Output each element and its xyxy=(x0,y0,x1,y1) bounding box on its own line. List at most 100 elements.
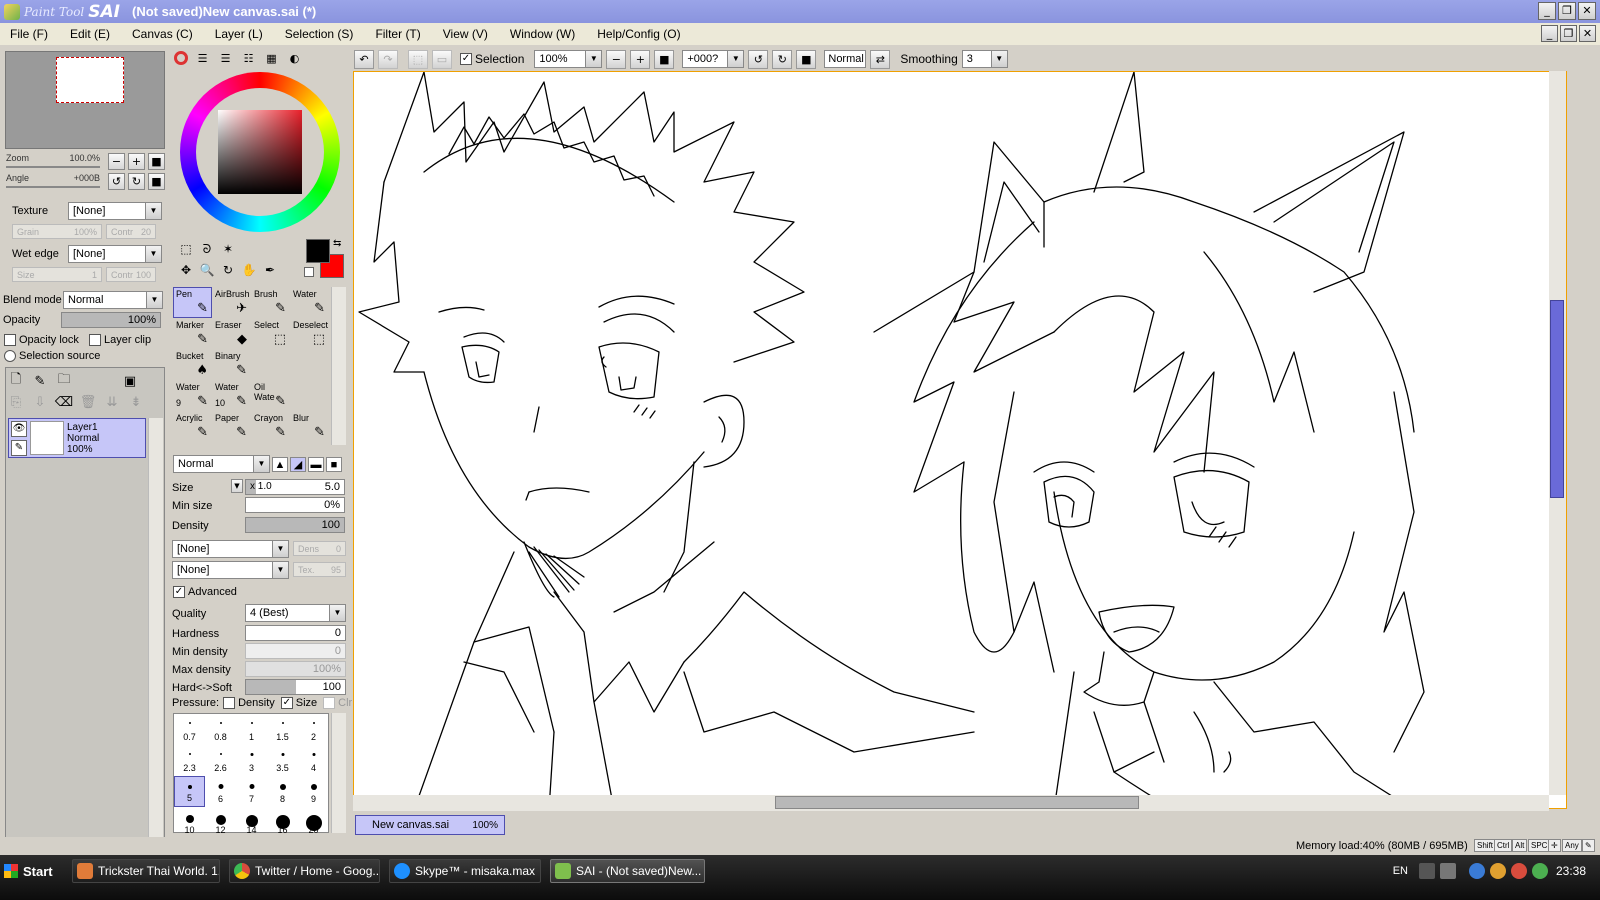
copy-layer-icon[interactable]: ⎘ xyxy=(6,392,26,412)
tool-blur[interactable]: Blur ✎ xyxy=(290,411,329,442)
tool-water-10[interactable]: Water 10 ✎ xyxy=(212,380,251,411)
layer-clip-checkbox[interactable] xyxy=(89,334,101,346)
tool-binary[interactable]: Binary ✎ xyxy=(212,349,251,380)
canvas-horizontal-scroll-thumb[interactable] xyxy=(775,796,1139,809)
scratchpad-tab-icon[interactable]: ◐ xyxy=(286,51,303,66)
swatches-tab-icon[interactable]: ▦ xyxy=(263,51,280,66)
tool-deselect[interactable]: Deselect ⬚ xyxy=(290,318,329,349)
pressure-clr-checkbox[interactable] xyxy=(323,697,336,709)
opacity-slider[interactable]: 100% xyxy=(61,312,161,328)
eyedropper-icon[interactable]: ✒ xyxy=(261,261,279,279)
layer-edit-pen-icon[interactable]: ✎ xyxy=(11,440,27,456)
angle-slider[interactable] xyxy=(6,186,100,188)
brush-size-preset[interactable]: 14 xyxy=(236,807,267,838)
new-linework-layer-icon[interactable]: ✎ xyxy=(30,371,50,391)
canvas-zoom-in-icon[interactable]: + xyxy=(630,49,651,69)
smoothing-select[interactable]: 3 ▼ xyxy=(961,50,1008,68)
brush-size-slider[interactable]: x 1.0 5.0 xyxy=(245,479,345,495)
min-density-slider[interactable]: 0 xyxy=(245,643,346,659)
taskbar-item-trickster[interactable]: Trickster Thai World. 1... xyxy=(72,859,220,883)
tool-water[interactable]: Water ✎ xyxy=(290,287,329,318)
hard-soft-slider[interactable]: 100 xyxy=(245,679,346,695)
taskbar-item-sai[interactable]: SAI - (Not saved)New... xyxy=(550,859,705,883)
brush-size-preset[interactable]: 4 xyxy=(298,745,329,776)
canvas-zoom-out-icon[interactable]: − xyxy=(606,49,627,69)
pressure-density-checkbox[interactable] xyxy=(223,697,236,709)
doc-close-button[interactable]: ✕ xyxy=(1579,25,1596,42)
canvas-rotate-reset-icon[interactable]: ■ xyxy=(796,49,817,69)
navigator-preview[interactable] xyxy=(5,51,165,149)
tray-app-icon[interactable] xyxy=(1489,863,1506,879)
brush-size-preset[interactable]: 1.5 xyxy=(267,714,298,745)
selection-visible-checkbox[interactable]: ✓ xyxy=(460,53,472,65)
brush-size-preset[interactable]: 8 xyxy=(267,776,298,807)
menu-window[interactable]: Window (W) xyxy=(510,27,575,41)
taskbar-item-skype[interactable]: Skype™ - misaka.max xyxy=(389,859,541,883)
navigator-viewport[interactable] xyxy=(56,57,124,103)
canvas-vertical-scroll-thumb[interactable] xyxy=(1550,300,1564,498)
tool-acrylic[interactable]: Acrylic ✎ xyxy=(173,411,212,442)
tool-crayon[interactable]: Crayon ✎ xyxy=(251,411,290,442)
language-indicator[interactable]: EN xyxy=(1393,865,1408,877)
menu-help-config[interactable]: Help/Config (O) xyxy=(597,27,680,41)
brush-size-preset[interactable]: 9 xyxy=(298,776,329,807)
canvas-horizontal-scrollbar[interactable] xyxy=(353,795,1549,811)
invert-selection-icon[interactable]: ▭ xyxy=(432,49,452,69)
brush-size-preset[interactable]: 3 xyxy=(236,745,267,776)
brush-shape-square-icon[interactable]: ■ xyxy=(326,456,342,472)
brush-size-preset[interactable]: 6 xyxy=(205,776,236,807)
advanced-checkbox[interactable]: ✓ xyxy=(173,586,185,598)
drawing-canvas[interactable] xyxy=(353,71,1567,809)
brush-size-preset[interactable]: 2 xyxy=(298,714,329,745)
menu-file[interactable]: File (F) xyxy=(10,27,48,41)
brush-size-preset[interactable]: 2.3 xyxy=(174,745,205,776)
primary-color-swatch[interactable] xyxy=(306,239,330,263)
tool-pen[interactable]: Pen ✎ xyxy=(173,287,212,318)
canvas-zoom-select[interactable]: 100% ▼ xyxy=(534,50,603,68)
minimize-button[interactable]: _ xyxy=(1538,2,1556,20)
color-wheel[interactable] xyxy=(180,72,340,232)
selection-source-radio[interactable] xyxy=(4,350,16,362)
layer-mask-icon[interactable]: ▣ xyxy=(120,371,140,391)
blend-mode-select[interactable]: Normal ▼ xyxy=(63,291,163,309)
network-icon[interactable] xyxy=(1468,863,1485,879)
menu-edit[interactable]: Edit (E) xyxy=(70,27,110,41)
brush-shape-soft-icon[interactable]: ◢ xyxy=(290,456,306,472)
canvas-rotate-ccw-icon[interactable]: ↺ xyxy=(748,49,769,69)
magic-wand-icon[interactable]: ✶ xyxy=(219,240,237,258)
redo-icon[interactable]: ↷ xyxy=(378,49,398,69)
chrome-tray-icon[interactable] xyxy=(1510,863,1527,879)
brush-size-preset[interactable]: 2.6 xyxy=(205,745,236,776)
wetedge-select[interactable]: [None] ▼ xyxy=(68,245,162,263)
transfer-down-icon[interactable]: ⇩ xyxy=(30,392,50,412)
tool-bucket[interactable]: Bucket ♠ xyxy=(173,349,212,380)
layer-list-scrollbar[interactable] xyxy=(148,418,163,854)
texture-select[interactable]: [None] ▼ xyxy=(68,202,162,220)
brush-shape-sharp-icon[interactable]: ▲ xyxy=(272,456,288,472)
help-icon[interactable] xyxy=(1418,863,1435,879)
tool-oil-wate[interactable]: Oil Wate ✎ xyxy=(251,380,290,411)
brush-size-preset[interactable]: 16 xyxy=(267,807,298,838)
zoom-slider[interactable] xyxy=(6,166,100,168)
rotate-cw-button[interactable]: ↻ xyxy=(128,173,145,190)
keyboard-icon[interactable] xyxy=(1439,863,1456,879)
hardness-slider[interactable]: 0 xyxy=(245,625,346,641)
canvas-zoom-reset-icon[interactable]: ■ xyxy=(654,49,675,69)
lasso-icon[interactable]: ᘐ xyxy=(198,240,216,258)
brush-size-preset[interactable]: 1 xyxy=(236,714,267,745)
rect-select-icon[interactable]: ⬚ xyxy=(177,240,195,258)
menu-canvas[interactable]: Canvas (C) xyxy=(132,27,193,41)
opacity-lock-checkbox[interactable] xyxy=(4,334,16,346)
menu-layer[interactable]: Layer (L) xyxy=(215,27,263,41)
rgb-slider-tab-icon[interactable]: ☰ xyxy=(194,51,211,66)
canvas-rotate-cw-icon[interactable]: ↻ xyxy=(772,49,793,69)
brush-mode-select[interactable]: Normal ▼ xyxy=(173,455,270,473)
tool-marker[interactable]: Marker ✎ xyxy=(173,318,212,349)
density-slider[interactable]: 100 xyxy=(245,517,345,533)
tool-paper[interactable]: Paper ✎ xyxy=(212,411,251,442)
document-tab[interactable]: New canvas.sai 100% xyxy=(355,815,505,835)
saturation-value-square[interactable] xyxy=(218,110,302,194)
max-density-slider[interactable]: 100% xyxy=(245,661,346,677)
undo-icon[interactable]: ↶ xyxy=(354,49,374,69)
canvas-angle-select[interactable]: +000? ▼ xyxy=(682,50,745,68)
